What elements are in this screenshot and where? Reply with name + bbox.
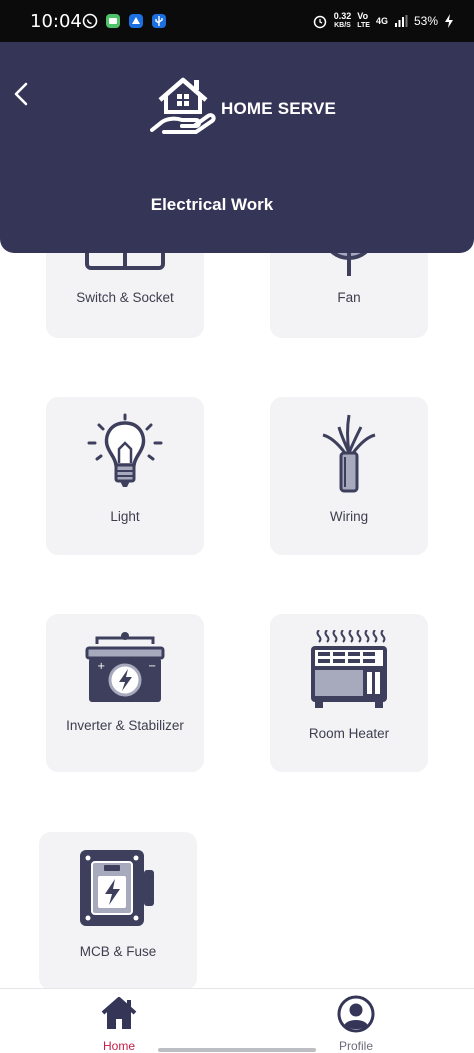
wiring-icon [322, 414, 376, 493]
bottom-navigation: Home Profile [0, 988, 474, 1053]
status-time: 10:04 [30, 11, 82, 32]
network-speed: 0.32 KB/S [333, 11, 352, 30]
inverter-battery-icon: + − [85, 632, 165, 702]
service-card-light[interactable]: Light [46, 397, 204, 555]
room-heater-icon [311, 630, 387, 708]
service-label: Wiring [329, 509, 369, 524]
network-type: 4G [375, 15, 388, 26]
drive-app-icon [129, 14, 143, 28]
service-card-inverter-stabilizer[interactable]: + − Inverter & Stabilizer [46, 614, 204, 772]
nav-home[interactable]: Home [79, 995, 159, 1053]
service-label: Fan [337, 290, 361, 305]
light-bulb-icon [87, 413, 163, 487]
service-label: Inverter & Stabilizer [66, 718, 184, 733]
screen: 10:04 0.32 KB/S Vo LTE 4G 53% Switch & S… [0, 0, 474, 1053]
nav-home-label: Home [102, 1039, 135, 1053]
volte-indicator: Vo LTE [357, 11, 370, 30]
nav-profile-label: Profile [338, 1039, 373, 1053]
charging-icon [445, 14, 453, 28]
svg-text:+: + [97, 661, 105, 672]
page-title: Electrical Work [150, 195, 274, 214]
service-card-wiring[interactable]: Wiring [270, 397, 428, 555]
service-label: Switch & Socket [76, 290, 174, 305]
system-gesture-bar[interactable] [158, 1048, 316, 1052]
nav-profile[interactable]: Profile [316, 995, 396, 1053]
back-arrow-icon[interactable] [10, 80, 34, 108]
chat-app-icon [106, 14, 120, 28]
service-label: MCB & Fuse [79, 944, 157, 959]
svg-text:−: − [148, 661, 156, 672]
alarm-icon [313, 15, 326, 29]
service-card-mcb-fuse[interactable]: MCB & Fuse [39, 832, 197, 990]
app-header: HOME SERVE Electrical Work [0, 42, 474, 253]
service-card-room-heater[interactable]: Room Heater [270, 614, 428, 772]
whatsapp-icon [82, 13, 98, 29]
brand-name: HOME SERVE [221, 99, 337, 118]
home-icon [101, 997, 137, 1029]
service-label: Light [110, 509, 140, 524]
mcb-fuse-icon [80, 850, 154, 926]
service-label: Room Heater [308, 726, 390, 741]
system-status: 0.32 KB/S Vo LTE 4G 53% [312, 12, 454, 30]
usb-icon [152, 14, 166, 28]
notification-icons [82, 13, 167, 29]
battery-level: 53% [413, 14, 438, 28]
home-serve-logo-icon [150, 77, 216, 134]
profile-icon [337, 995, 375, 1033]
status-bar: 10:04 0.32 KB/S Vo LTE 4G 53% [0, 0, 474, 42]
signal-icon [394, 15, 408, 27]
